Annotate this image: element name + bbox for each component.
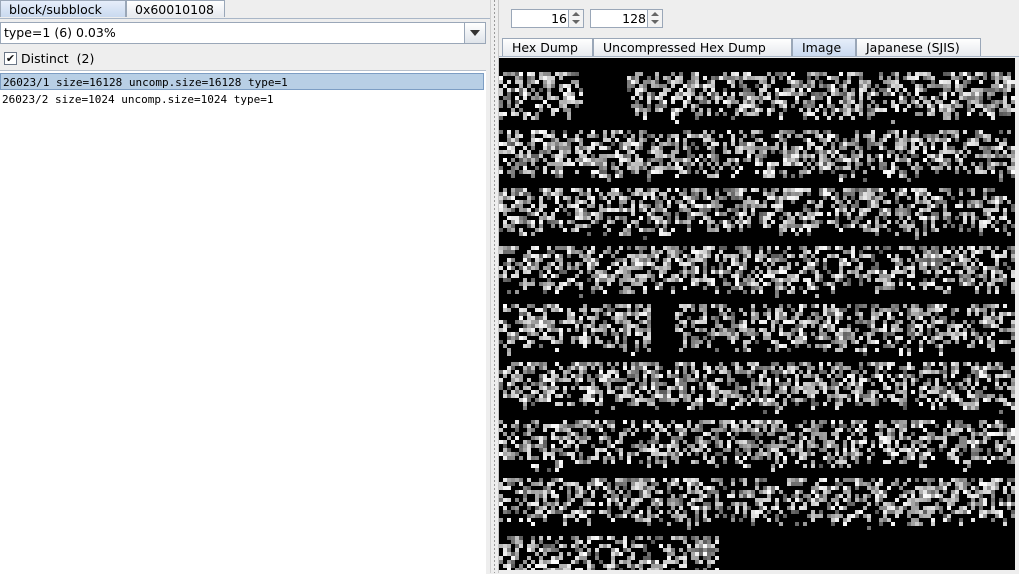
spin-down-icon[interactable] [651, 20, 659, 24]
spinner-buttons[interactable] [568, 10, 583, 27]
image-view[interactable] [499, 58, 1015, 570]
tab-uncompressed-hex-dump[interactable]: Uncompressed Hex Dump [593, 38, 792, 56]
left-tab-bar: block/subblock 0x60010108 [0, 0, 490, 19]
width-spinner-value: 16 [551, 11, 567, 26]
spin-up-icon[interactable] [572, 12, 580, 16]
distinct-checkbox[interactable]: ✔ [4, 52, 17, 65]
right-pane: 16 128 Hex Dump Uncompressed Hex Dump Im… [499, 0, 1019, 573]
filter-combo-value: type=1 (6) 0.03% [4, 25, 116, 40]
chevron-down-icon[interactable] [464, 23, 485, 43]
height-spinner[interactable]: 128 [590, 9, 663, 28]
width-spinner[interactable]: 16 [511, 9, 584, 28]
tab-japanese-sjis[interactable]: Japanese (SJIS) [856, 38, 981, 56]
height-spinner-value: 128 [622, 11, 646, 26]
spin-down-icon[interactable] [572, 20, 580, 24]
tab-address[interactable]: 0x60010108 [126, 0, 225, 17]
spin-up-icon[interactable] [651, 12, 659, 16]
tab-hex-dump[interactable]: Hex Dump [502, 38, 593, 56]
distinct-label: Distinct (2) [21, 51, 95, 66]
subblock-list[interactable]: 26023/1 size=16128 uncomp.size=16128 typ… [0, 70, 486, 574]
tab-image[interactable]: Image [792, 38, 856, 56]
filter-combo[interactable]: type=1 (6) 0.03% [0, 22, 486, 44]
split-pane-divider[interactable] [490, 0, 499, 573]
splitter-grip [494, 0, 495, 573]
glyph-bitmap-image [499, 72, 1015, 570]
list-item[interactable]: 26023/1 size=16128 uncomp.size=16128 typ… [0, 73, 484, 90]
left-pane: block/subblock 0x60010108 type=1 (6) 0.0… [0, 0, 490, 574]
spinner-buttons[interactable] [647, 10, 662, 27]
tab-block-subblock[interactable]: block/subblock [0, 0, 126, 17]
list-item[interactable]: 26023/2 size=1024 uncomp.size=1024 type=… [0, 91, 484, 108]
right-tab-bar: Hex Dump Uncompressed Hex Dump Image Jap… [499, 37, 1019, 57]
